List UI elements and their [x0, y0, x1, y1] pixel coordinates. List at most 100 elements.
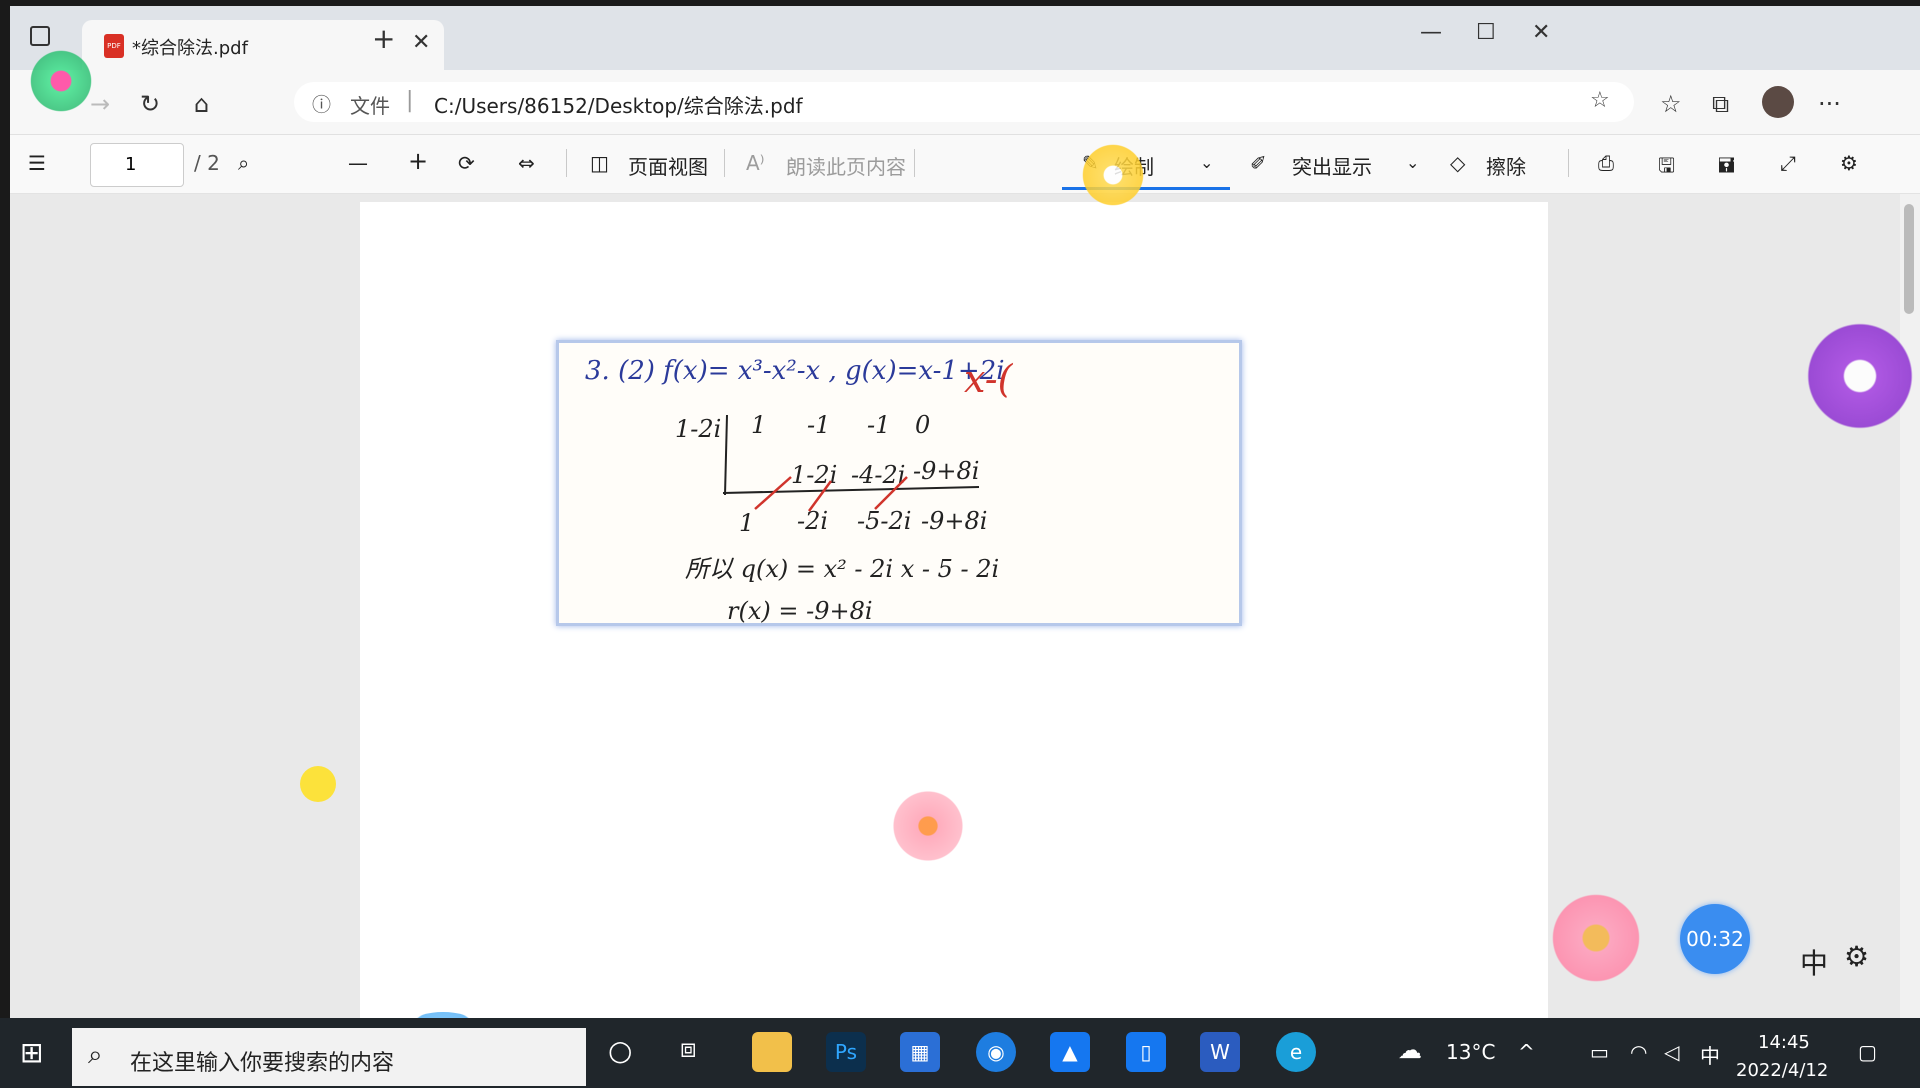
save-as-icon[interactable]: 🖬	[1718, 151, 1735, 185]
eraser-icon[interactable]: ◇	[1450, 151, 1465, 175]
file-explorer-icon[interactable]	[752, 1032, 792, 1072]
address-bar: → ↻ ⌂ ⓘ 文件 | C:/Users/86152/Desktop/综合除法…	[10, 70, 1920, 135]
settings-icon[interactable]: ⚙	[1840, 151, 1858, 175]
fullscreen-icon[interactable]: ⤢	[1780, 151, 1796, 175]
divider	[914, 149, 915, 177]
ime-settings-icon[interactable]: ⚙	[1844, 940, 1869, 973]
mid-1: 1-2i	[791, 461, 837, 489]
wifi-icon[interactable]: ◠	[1630, 1040, 1647, 1064]
print-icon[interactable]: ⎙	[1598, 151, 1614, 175]
mid-3: -9+8i	[913, 457, 979, 485]
avatar[interactable]	[1762, 86, 1794, 118]
task-view-icon[interactable]: ⧈	[680, 1034, 697, 1065]
favorites-icon[interactable]: ☆	[1660, 90, 1682, 118]
minimize-button[interactable]: —	[1420, 20, 1442, 45]
result-1: 1	[739, 509, 754, 537]
weather-icon[interactable]: ☁	[1398, 1036, 1422, 1064]
result-2: -2i	[797, 507, 828, 535]
handwritten-solution-image: 3. (2) f(x)= x³-x²-x , g(x)=x-1+2i 1-2i …	[556, 340, 1242, 626]
chevron-down-icon[interactable]: ⌄	[1406, 153, 1419, 172]
more-icon[interactable]: ···	[1818, 90, 1841, 118]
pdf-page[interactable]: 3. (2) f(x)= x³-x²-x , g(x)=x-1+2i 1-2i …	[360, 202, 1548, 1018]
erase-button[interactable]: 擦除	[1486, 151, 1526, 180]
remainder-line: r(x) = -9+8i	[727, 597, 873, 623]
quotient-line: 所以 q(x) = x² - 2i x - 5 - 2i	[685, 555, 999, 583]
page-number-input[interactable]: 1	[90, 143, 184, 187]
coef-4: 0	[915, 411, 930, 439]
url-field[interactable]: ⓘ 文件 | C:/Users/86152/Desktop/综合除法.pdf ☆	[294, 82, 1634, 122]
contents-icon[interactable]: ☰	[28, 151, 46, 175]
chevron-down-icon[interactable]: ⌄	[1200, 153, 1213, 172]
close-window-button[interactable]: ✕	[1532, 20, 1550, 45]
tablet-app-icon[interactable]: ▯	[1126, 1032, 1166, 1072]
word-icon[interactable]: W	[1200, 1032, 1240, 1072]
highlighter-icon[interactable]: ✐	[1250, 151, 1267, 175]
scrollbar-thumb[interactable]	[1904, 204, 1914, 314]
read-aloud-icon[interactable]: A⁾	[746, 151, 765, 175]
rotate-icon[interactable]: ⟳	[458, 151, 475, 175]
timer-badge[interactable]: 00:32	[1680, 904, 1750, 974]
search-icon: ⌕	[88, 1040, 103, 1070]
meeting-app-icon[interactable]: ▲	[1050, 1032, 1090, 1072]
taskbar-search[interactable]: ⌕ 在这里输入你要搜索的内容	[72, 1028, 586, 1086]
taskbar-ime[interactable]: 中	[1700, 1040, 1720, 1069]
zoom-in-icon[interactable]: +	[408, 147, 428, 175]
highlight-button[interactable]: 突出显示	[1292, 151, 1372, 180]
windows-start-icon[interactable]: ⊞	[20, 1036, 43, 1069]
app-icon[interactable]: ◉	[976, 1032, 1016, 1072]
svg-text:x-(: x-(	[964, 357, 1014, 401]
divider	[1568, 149, 1569, 177]
ime-language[interactable]: 中	[1800, 942, 1828, 982]
new-tab-button[interactable]: +	[372, 22, 395, 55]
cortana-icon[interactable]: ○	[608, 1034, 632, 1067]
divider: |	[406, 88, 414, 113]
taskbar: ⊞ ⌕ 在这里输入你要搜索的内容 ○ ⧈ Ps ▦ ◉ ▲ ▯ W e ☁ 13…	[0, 1018, 1920, 1088]
volume-icon[interactable]: ◁	[1664, 1040, 1679, 1064]
zoom-out-icon[interactable]: —	[348, 151, 368, 175]
pdf-file-icon: PDF	[104, 34, 124, 58]
read-aloud-button[interactable]: 朗读此页内容	[786, 151, 906, 180]
divider	[724, 149, 725, 177]
page-view-icon[interactable]: ◫	[590, 151, 609, 175]
store-icon[interactable]: ▦	[900, 1032, 940, 1072]
clock-date[interactable]: 2022/4/12	[1736, 1060, 1828, 1081]
page-view-button[interactable]: 页面视图	[628, 151, 708, 180]
red-annotation: x-(	[964, 357, 1014, 401]
flower-sticker	[1800, 316, 1920, 436]
tab-close-button[interactable]: ✕	[412, 30, 430, 55]
weather-temp[interactable]: 13°C	[1446, 1040, 1495, 1064]
flower-sticker	[26, 46, 96, 116]
division-vertical-line	[724, 414, 728, 496]
coef-2: -1	[807, 411, 830, 439]
refresh-icon[interactable]: ↻	[140, 90, 160, 118]
flower-sticker	[1078, 140, 1148, 210]
dot-sticker	[300, 766, 336, 802]
notification-icon[interactable]: ▢	[1858, 1040, 1877, 1064]
tab-title: *综合除法.pdf	[132, 38, 248, 59]
info-icon[interactable]: ⓘ	[312, 90, 331, 117]
add-favorite-icon[interactable]: ☆	[1590, 88, 1610, 113]
clock-time[interactable]: 14:45	[1758, 1032, 1810, 1053]
fit-width-icon[interactable]: ⇔	[518, 151, 535, 175]
divider	[566, 149, 567, 177]
search-icon[interactable]: ⌕	[238, 151, 249, 175]
coef-3: -1	[867, 411, 890, 439]
chevron-up-icon[interactable]: ^	[1518, 1040, 1535, 1064]
battery-icon[interactable]: ▭	[1590, 1040, 1609, 1064]
flower-sticker	[1546, 888, 1646, 988]
coef-1: 1	[751, 411, 766, 439]
result-4: -9+8i	[921, 507, 987, 535]
page-total: / 2	[194, 151, 220, 175]
edge-icon[interactable]: e	[1276, 1032, 1316, 1072]
scrollbar[interactable]	[1900, 194, 1920, 1018]
save-icon[interactable]: 🖫	[1658, 151, 1675, 185]
file-label: 文件	[350, 94, 390, 118]
maximize-button[interactable]: ☐	[1476, 20, 1496, 45]
divisor: 1-2i	[675, 415, 721, 443]
home-icon[interactable]: ⌂	[194, 90, 209, 118]
photoshop-icon[interactable]: Ps	[826, 1032, 866, 1072]
url-text[interactable]: C:/Users/86152/Desktop/综合除法.pdf	[434, 90, 803, 119]
tab-actions-icon[interactable]	[30, 26, 50, 46]
mid-2: -4-2i	[851, 461, 905, 489]
collections-icon[interactable]: ⧉	[1712, 90, 1729, 118]
